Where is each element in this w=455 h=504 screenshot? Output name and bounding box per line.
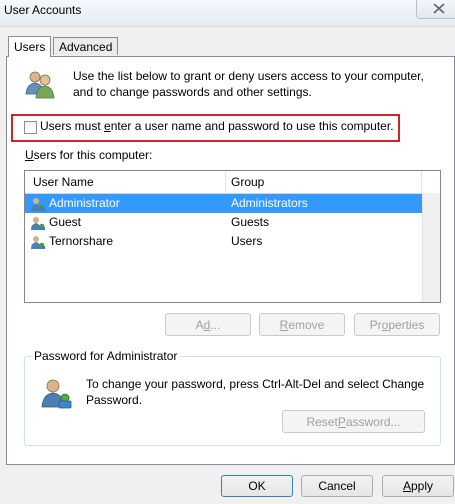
remove-button[interactable]: Remove	[259, 313, 345, 336]
require-login-label-post: nter a user name and password to use thi…	[110, 119, 394, 133]
cancel-label: Cancel	[318, 479, 356, 493]
require-login-label-pre: Users must	[40, 119, 105, 133]
column-header-user-name[interactable]: User Name	[33, 175, 94, 189]
reset-label-post: assword...	[345, 414, 401, 429]
apply-label-key: A	[402, 479, 411, 493]
properties-label-post: perties	[388, 317, 425, 332]
intro-line-2: and to change passwords and other settin…	[73, 85, 312, 99]
password-info-line-1: To change your password, press Ctrl-Alt-…	[86, 377, 425, 391]
tab-users[interactable]: Users	[8, 36, 52, 57]
password-group-legend: Password for Administrator	[32, 349, 180, 363]
close-button[interactable]	[416, 0, 455, 19]
intro-text: Use the list below to grant or deny user…	[73, 68, 424, 100]
cell-user-name: Guest	[49, 215, 82, 229]
intro-line-1: Use the list below to grant or deny user…	[73, 69, 424, 83]
ok-button[interactable]: OK	[221, 475, 293, 497]
cell-group: Guests	[231, 215, 270, 229]
properties-label-key: o	[381, 317, 389, 332]
tab-users-label: Users	[14, 40, 46, 54]
users-list-label: Users for this computer:	[25, 148, 152, 162]
list-header: User Name Group	[25, 171, 440, 194]
column-header-group[interactable]: Group	[231, 175, 264, 189]
cell-group: Users	[231, 234, 263, 248]
add-button[interactable]: Ad...	[165, 313, 251, 336]
window-title: User Accounts	[4, 3, 82, 17]
users-list-label-post: sers for this computer:	[33, 148, 153, 162]
user-icon	[31, 217, 45, 230]
user-key-icon	[41, 379, 72, 409]
reset-password-button[interactable]: Reset Password...	[282, 410, 425, 433]
close-icon	[433, 2, 445, 14]
reset-label-pre: Reset	[306, 414, 338, 429]
remove-label-post: emove	[288, 317, 325, 332]
remove-label-key: R	[279, 317, 289, 332]
cell-user-name: Administrator	[49, 196, 120, 210]
cell-user-name: Ternorshare	[49, 234, 114, 248]
tab-advanced[interactable]: Advanced	[53, 37, 119, 55]
ok-label: OK	[248, 479, 266, 493]
apply-label-post: pply	[411, 479, 434, 493]
cancel-button[interactable]: Cancel	[301, 475, 373, 497]
users-list-label-key: U	[25, 148, 34, 162]
add-label-pre: A	[195, 317, 204, 332]
password-info-line-2: Password.	[86, 393, 143, 407]
list-scrollbar[interactable]	[422, 193, 440, 302]
table-row[interactable]: Guest Guests	[25, 213, 423, 232]
title-bar: User Accounts	[0, 0, 455, 26]
require-login-label[interactable]: Users must enter a user name and passwor…	[40, 119, 394, 133]
properties-button[interactable]: Pr o perties	[354, 313, 440, 336]
require-login-checkbox[interactable]	[24, 121, 37, 134]
table-row[interactable]: Ternorshare Users	[25, 232, 423, 251]
table-row[interactable]: Administrator Administrators	[25, 194, 423, 213]
cell-group: Administrators	[231, 196, 308, 210]
users-icon	[25, 71, 55, 99]
password-info-text: To change your password, press Ctrl-Alt-…	[86, 376, 424, 408]
tab-advanced-label: Advanced	[59, 40, 113, 54]
user-icon	[31, 198, 45, 211]
properties-label-pre: Pr	[369, 317, 382, 332]
apply-button[interactable]: Apply	[382, 475, 454, 497]
user-icon	[31, 236, 45, 249]
user-list[interactable]: User Name Group Administrator Administra…	[24, 170, 441, 303]
reset-label-key: P	[337, 414, 346, 429]
add-label-key: d	[203, 317, 211, 332]
require-login-label-key: e	[104, 119, 111, 133]
add-label-post: ...	[210, 317, 221, 332]
